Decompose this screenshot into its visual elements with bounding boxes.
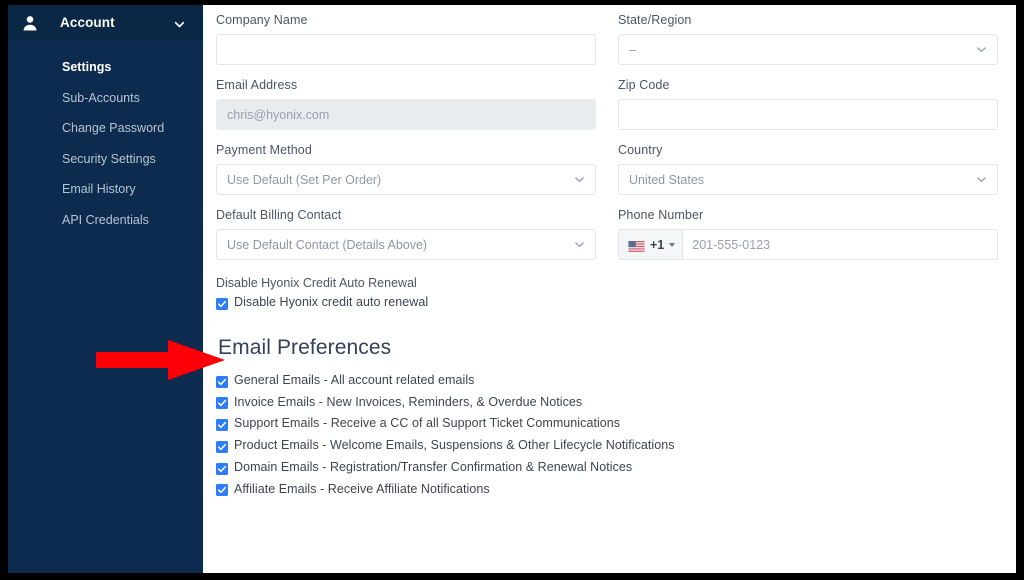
general-emails-checkbox[interactable] [216,375,228,388]
email-preferences-list: General Emails - All account related ema… [216,372,998,497]
invoice-emails-checkbox[interactable] [216,396,228,410]
auto-renewal-section-label: Disable Hyonix Credit Auto Renewal [216,276,417,290]
state-region-select[interactable]: – [618,34,998,65]
sidebar-item-api-credentials[interactable]: API Credentials [8,205,203,236]
chevron-down-icon [976,44,987,55]
field-zip-code: Zip Code [618,78,998,130]
zip-code-label: Zip Code [618,78,670,92]
field-phone-number: Phone Number +1 201-555-0123 [618,208,998,260]
state-region-value: – [629,42,636,57]
auto-renewal-section: Disable Hyonix Credit Auto Renewal Disab… [216,276,998,310]
payment-method-select[interactable]: Use Default (Set Per Order) [216,164,596,195]
disable-auto-renewal-checkbox[interactable] [216,297,228,310]
affiliate-emails-label: Affiliate Emails - Receive Affiliate Not… [234,481,490,496]
general-emails-label: General Emails - All account related ema… [234,372,475,387]
caret-down-icon [669,242,676,247]
sidebar-item-email-history[interactable]: Email History [8,174,203,205]
invoice-emails-label: Invoice Emails - New Invoices, Reminders… [234,394,583,409]
country-value: United States [629,172,705,187]
form-column-left: Company Name Email Address chris@hyonix.… [216,13,596,273]
domain-emails-label: Domain Emails - Registration/Transfer Co… [234,459,633,474]
field-company-name: Company Name [216,13,596,65]
country-select[interactable]: United States [618,164,998,195]
disable-auto-renewal-label: Disable Hyonix credit auto renewal [234,295,429,309]
field-country: Country United States [618,143,998,195]
field-state-region: State/Region – [618,13,998,65]
company-name-input[interactable] [216,34,596,65]
chevron-down-icon [976,174,987,185]
country-dial-code-selector[interactable]: +1 [619,230,684,259]
email-pref-support[interactable]: Support Emails - Receive a CC of all Sup… [216,416,998,432]
zip-code-input[interactable] [618,99,998,130]
chevron-down-icon [574,239,585,250]
sidebar-item-settings[interactable]: Settings [8,52,203,83]
default-billing-contact-select[interactable]: Use Default Contact (Details Above) [216,229,596,260]
affiliate-emails-checkbox[interactable] [216,483,228,497]
default-billing-contact-label: Default Billing Contact [216,208,342,222]
company-name-label: Company Name [216,13,308,27]
support-emails-checkbox[interactable] [216,418,228,432]
phone-number-input[interactable]: 201-555-0123 [683,230,997,259]
email-address-input[interactable]: chris@hyonix.com [216,99,596,130]
phone-number-label: Phone Number [618,208,704,222]
email-pref-invoice[interactable]: Invoice Emails - New Invoices, Reminders… [216,394,998,410]
account-form-grid: Company Name Email Address chris@hyonix.… [216,13,998,273]
phone-number-group: +1 201-555-0123 [618,229,998,260]
country-label: Country [618,143,663,157]
account-menu-header[interactable]: Account [8,5,203,40]
sidebar-item-change-password[interactable]: Change Password [8,113,203,144]
payment-method-label: Payment Method [216,143,312,157]
sidebar-item-sub-accounts[interactable]: Sub-Accounts [8,83,203,114]
email-address-label: Email Address [216,78,298,92]
form-column-right: State/Region – Zip Code Country United S… [618,13,998,273]
support-emails-label: Support Emails - Receive a CC of all Sup… [234,416,621,431]
user-icon [22,15,38,31]
screenshot-frame: Account Settings Sub-Accounts Change Pas… [0,0,1024,580]
email-preferences-title: Email Preferences [218,335,392,359]
settings-content: Company Name Email Address chris@hyonix.… [203,5,1016,573]
account-label: Account [60,15,115,30]
sidebar-nav-list: Settings Sub-Accounts Change Password Se… [8,40,203,235]
email-pref-affiliate[interactable]: Affiliate Emails - Receive Affiliate Not… [216,481,998,497]
sidebar-item-security-settings[interactable]: Security Settings [8,144,203,175]
auto-renewal-checkbox-row[interactable]: Disable Hyonix credit auto renewal [216,295,998,310]
app-viewport: Account Settings Sub-Accounts Change Pas… [8,5,1016,573]
payment-method-value: Use Default (Set Per Order) [227,172,382,187]
email-pref-domain[interactable]: Domain Emails - Registration/Transfer Co… [216,459,998,475]
product-emails-checkbox[interactable] [216,440,228,453]
field-email-address: Email Address chris@hyonix.com [216,78,596,130]
state-region-label: State/Region [618,13,692,27]
dial-code-value: +1 [650,237,665,252]
domain-emails-checkbox[interactable] [216,462,228,475]
email-pref-general[interactable]: General Emails - All account related ema… [216,372,998,388]
chevron-down-icon [174,17,185,28]
field-default-billing-contact: Default Billing Contact Use Default Cont… [216,208,596,260]
sidebar: Account Settings Sub-Accounts Change Pas… [8,5,203,573]
field-payment-method: Payment Method Use Default (Set Per Orde… [216,143,596,195]
email-pref-product[interactable]: Product Emails - Welcome Emails, Suspens… [216,438,998,453]
product-emails-label: Product Emails - Welcome Emails, Suspens… [234,438,675,452]
us-flag-icon [628,239,645,252]
default-billing-contact-value: Use Default Contact (Details Above) [227,237,428,252]
chevron-down-icon [574,174,585,185]
